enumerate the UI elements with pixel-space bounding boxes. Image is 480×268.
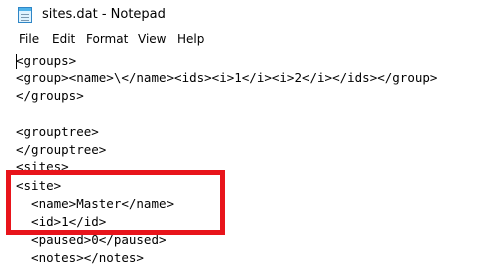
- title-bar: sites.dat - Notepad: [0, 0, 480, 30]
- highlight-annotation-box: [6, 170, 225, 235]
- editor-line: </grouptree>: [16, 142, 107, 157]
- editor-line: <group><name>\</name><ids><i>1</i><i>2</…: [16, 70, 438, 85]
- menu-bar: File Edit Format View Help: [0, 30, 480, 50]
- editor-line: <grouptree>: [16, 124, 99, 139]
- editor-line: <notes></notes>: [16, 250, 144, 265]
- window-title: sites.dat - Notepad: [42, 7, 166, 22]
- notepad-icon: [18, 7, 32, 23]
- menu-format[interactable]: Format: [86, 32, 128, 46]
- editor-line: </groups>: [16, 88, 84, 103]
- text-editor[interactable]: <groups> <group><name>\</name><ids><i>1<…: [0, 50, 480, 268]
- editor-line: <groups>: [16, 53, 77, 68]
- menu-file[interactable]: File: [19, 32, 39, 46]
- menu-view[interactable]: View: [138, 32, 166, 46]
- menu-edit[interactable]: Edit: [52, 32, 75, 46]
- menu-help[interactable]: Help: [177, 32, 204, 46]
